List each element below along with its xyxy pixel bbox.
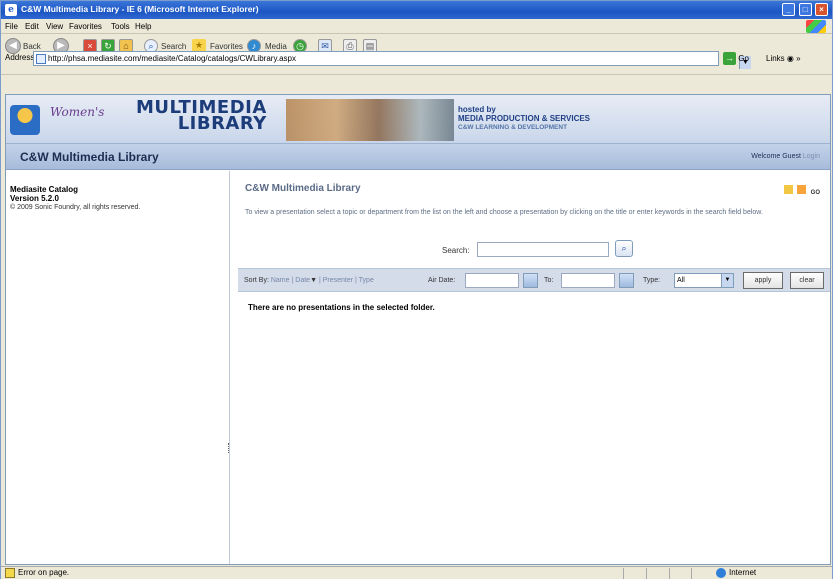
banner-photo (286, 99, 454, 141)
search-input[interactable] (477, 242, 609, 257)
multimedia-library-logo: MULTIMEDIA LIBRARY (136, 99, 267, 134)
login-link[interactable]: Login (803, 153, 820, 160)
search-button[interactable]: ⌕ (615, 240, 633, 257)
sort-desc-icon: ▼ (310, 277, 317, 284)
logo-title-line2: LIBRARY (177, 113, 267, 134)
menu-tools[interactable]: Tools (111, 22, 130, 31)
sort-name-link[interactable]: Name (271, 277, 290, 284)
filter-bar: Sort By: Name | Date▼ | Presenter | Type… (238, 268, 830, 292)
address-label: Address (5, 53, 35, 62)
standard-toolbar: ◀ Back ▶ × ↻ ⌂ ⌕ Search ★ Favorites ♪ Me… (1, 35, 832, 75)
links-label: Links (766, 54, 785, 63)
globe-icon (716, 568, 726, 578)
clear-button[interactable]: clear (790, 272, 824, 289)
status-panel (623, 568, 624, 579)
page-viewport: Women's MULTIMEDIA LIBRARY hosted by MED… (5, 94, 831, 565)
window-title: C&W Multimedia Library - IE 6 (Microsoft… (21, 4, 259, 14)
address-bar: Address http://phsa.mediasite.com/medias… (1, 48, 832, 69)
hosted-by-label: hosted by (458, 105, 496, 114)
sort-date-link[interactable]: Date (295, 277, 310, 284)
air-date-to-input[interactable] (561, 273, 615, 288)
air-date-from-input[interactable] (465, 273, 519, 288)
go-label: Go (738, 54, 749, 63)
status-panel (646, 568, 647, 579)
close-button[interactable]: × (815, 3, 828, 16)
hosted-org: MEDIA PRODUCTION & SERVICES (458, 114, 591, 123)
maximize-button[interactable]: □ (798, 3, 812, 16)
go-arrow-icon: → (723, 52, 736, 65)
sort-by: Sort By: Name | Date▼ | Presenter | Type (244, 277, 374, 284)
sort-presenter-link[interactable]: Presenter (323, 277, 353, 284)
go-button[interactable]: → Go (723, 52, 749, 65)
sort-type-link[interactable]: Type (359, 277, 374, 284)
chevron-down-icon: ▼ (721, 274, 733, 287)
status-error[interactable]: Error on page. (5, 568, 69, 578)
air-date-label: Air Date: (428, 277, 456, 284)
search-label: Search: (442, 246, 470, 255)
address-url: http://phsa.mediasite.com/mediasite/Cata… (48, 54, 296, 63)
ie-logo-icon: e (5, 4, 17, 16)
window-controls: _ □ × (781, 3, 828, 17)
menu-favorites[interactable]: Favorites (69, 22, 102, 31)
site-banner: Women's MULTIMEDIA LIBRARY hosted by MED… (6, 95, 830, 144)
apply-button[interactable]: apply (743, 272, 783, 289)
type-select-value: All (677, 277, 685, 284)
menu-help[interactable]: Help (135, 22, 151, 31)
rss-icon[interactable] (797, 185, 807, 194)
email-icon[interactable] (784, 185, 794, 194)
welcome-area: Welcome Guest Login (751, 153, 820, 160)
womens-hospital-logo-icon: Women's (50, 105, 105, 119)
status-text: Error on page. (18, 568, 70, 578)
catalog-version: Version 5.2.0 (10, 194, 59, 203)
app-title: C&W Multimedia Library (20, 150, 159, 164)
catalog-name: Mediasite Catalog (10, 185, 79, 194)
search-row: Search: ⌕ (236, 239, 828, 261)
menu-view[interactable]: View (46, 22, 63, 31)
catalog-info: Mediasite Catalog Version 5.2.0 (10, 185, 78, 203)
minimize-button[interactable]: _ (782, 3, 796, 16)
calendar-to-icon[interactable] (619, 273, 634, 288)
go-icon[interactable]: GO (811, 190, 820, 199)
status-panel (669, 568, 670, 579)
links-button[interactable]: Links ◉ » (766, 54, 801, 63)
type-select[interactable]: All ▼ (674, 273, 734, 288)
app-header: C&W Multimedia Library Welcome Guest Log… (6, 144, 830, 170)
browser-window: e C&W Multimedia Library - IE 6 (Microso… (0, 0, 833, 579)
address-input[interactable]: http://phsa.mediasite.com/mediasite/Cata… (33, 51, 751, 69)
warning-icon (5, 568, 15, 578)
content-description: To view a presentation select a topic or… (245, 209, 763, 216)
type-label: Type: (643, 277, 661, 284)
copyright-text: © 2009 Sonic Foundry, all rights reserve… (10, 204, 141, 211)
hosted-by-block: hosted by MEDIA PRODUCTION & SERVICES C&… (458, 105, 590, 132)
splitter-handle[interactable] (228, 443, 231, 453)
sort-by-label: Sort By: (244, 277, 269, 284)
security-zone: Internet (716, 568, 756, 578)
status-panel (691, 568, 692, 579)
content-icons: GO (782, 185, 820, 199)
calendar-from-icon[interactable] (523, 273, 538, 288)
menu-edit[interactable]: Edit (25, 22, 39, 31)
catalog-sidebar: Mediasite Catalog Version 5.2.0 © 2009 S… (6, 171, 231, 564)
zone-label: Internet (729, 568, 757, 578)
status-bar: Error on page. Internet (1, 566, 832, 579)
content-title: C&W Multimedia Library (245, 183, 361, 194)
menu-file[interactable]: File (5, 22, 18, 31)
windows-logo-icon (806, 20, 826, 33)
title-bar: e C&W Multimedia Library - IE 6 (Microso… (1, 1, 832, 19)
hosted-sub-org: C&W LEARNING & DEVELOPMENT (458, 124, 568, 131)
empty-results-message: There are no presentations in the select… (248, 303, 435, 312)
children-hospital-logo-icon (10, 105, 40, 135)
page-icon (36, 54, 46, 64)
to-label: To: (544, 277, 554, 284)
menu-bar: File Edit View Favorites Tools Help (1, 19, 832, 34)
welcome-text: Welcome Guest (751, 153, 801, 160)
